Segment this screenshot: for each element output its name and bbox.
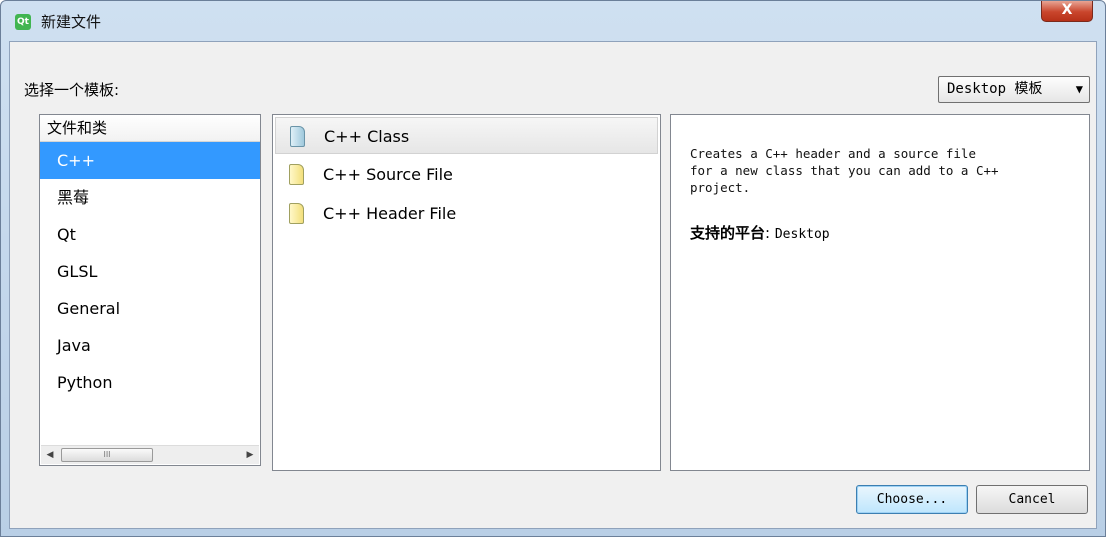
category-item-python[interactable]: Python: [40, 364, 260, 401]
scroll-left-icon[interactable]: ◀: [41, 446, 59, 464]
file-icon: [289, 164, 304, 185]
scroll-right-icon[interactable]: ▶: [241, 446, 259, 464]
category-item-cpp[interactable]: C++: [40, 142, 260, 179]
template-label: C++ Class: [324, 127, 410, 146]
supported-platforms: 支持的平台: Desktop: [690, 222, 830, 243]
supported-platforms-label: 支持的平台: [690, 224, 766, 242]
template-item-cpp-source[interactable]: C++ Source File: [275, 156, 658, 193]
cancel-button[interactable]: Cancel: [976, 485, 1088, 514]
platform-template-dropdown[interactable]: Desktop 模板 ▼: [938, 76, 1090, 103]
template-label: C++ Source File: [323, 165, 453, 184]
category-item-glsl[interactable]: GLSL: [40, 253, 260, 290]
supported-platforms-value: Desktop: [774, 227, 830, 242]
template-item-cpp-class[interactable]: C++ Class: [275, 117, 658, 154]
dialog-body: 选择一个模板: Desktop 模板 ▼ 文件和类 C++ 黑莓 Qt GLSL…: [9, 41, 1097, 529]
file-icon: [290, 126, 305, 147]
window-title: 新建文件: [41, 13, 102, 31]
template-description: Creates a C++ header and a source file f…: [690, 146, 999, 195]
category-item-blackberry[interactable]: 黑莓: [40, 179, 260, 216]
category-item-java[interactable]: Java: [40, 327, 260, 364]
category-item-general[interactable]: General: [40, 290, 260, 327]
template-item-cpp-header[interactable]: C++ Header File: [275, 195, 658, 232]
dropdown-value: Desktop 模板: [947, 81, 1043, 97]
template-list-panel: C++ Class C++ Source File C++ Header Fil…: [272, 114, 661, 471]
separator: :: [765, 224, 775, 242]
close-button[interactable]: X: [1041, 1, 1093, 22]
template-list: C++ Class C++ Source File C++ Header Fil…: [273, 117, 660, 232]
category-list-panel: 文件和类 C++ 黑莓 Qt GLSL General Java Python …: [39, 114, 261, 466]
choose-button[interactable]: Choose...: [856, 485, 968, 514]
scrollbar-thumb[interactable]: III: [61, 448, 153, 462]
title-bar[interactable]: Qt 新建文件 X: [1, 1, 1105, 41]
category-list: C++ 黑莓 Qt GLSL General Java Python: [40, 142, 260, 401]
file-icon: [289, 203, 304, 224]
category-header[interactable]: 文件和类: [40, 115, 260, 142]
template-label: C++ Header File: [323, 204, 457, 223]
horizontal-scrollbar[interactable]: ◀ III ▶: [41, 445, 259, 464]
choose-template-label: 选择一个模板:: [24, 81, 120, 99]
qt-app-icon: Qt: [15, 14, 31, 30]
category-item-qt[interactable]: Qt: [40, 216, 260, 253]
chevron-down-icon: ▼: [1075, 82, 1083, 96]
new-file-dialog: Qt 新建文件 X 选择一个模板: Desktop 模板 ▼ 文件和类 C++ …: [0, 0, 1106, 537]
description-panel: Creates a C++ header and a source file f…: [670, 114, 1090, 471]
